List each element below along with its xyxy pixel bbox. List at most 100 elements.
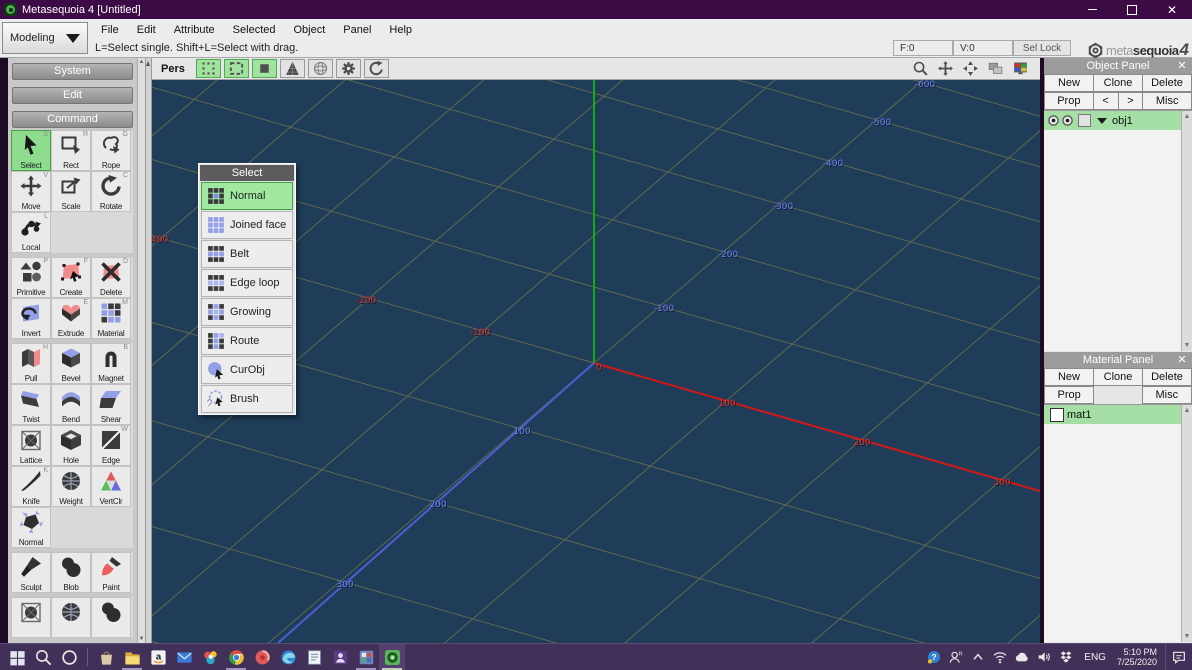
tool-rect[interactable]: RRect: [51, 130, 91, 171]
tool-blob[interactable]: Blob: [51, 552, 91, 593]
material-list-item[interactable]: mat1: [1044, 405, 1181, 424]
menu-panel[interactable]: Panel: [334, 24, 380, 36]
select-points-button[interactable]: [196, 59, 221, 78]
tray-onedrive[interactable]: [1011, 644, 1033, 670]
select-mode-joined-face[interactable]: Joined face: [201, 211, 293, 239]
tool-paint[interactable]: Paint: [91, 552, 131, 593]
tool-select[interactable]: SSelect: [11, 130, 51, 171]
taskbar-chrome[interactable]: [223, 644, 249, 670]
close-icon[interactable]: ✕: [1175, 352, 1189, 368]
zoom-view-button[interactable]: [909, 59, 931, 78]
tool-local[interactable]: LLocal: [11, 212, 51, 253]
scroll-up-icon[interactable]: ▲: [138, 59, 145, 65]
shaded-view-button[interactable]: [280, 59, 305, 78]
tool-weight[interactable]: Weight: [51, 466, 91, 507]
tool-rope[interactable]: GRope: [91, 130, 131, 171]
object-clone-button[interactable]: Clone: [1093, 74, 1143, 92]
tool-material[interactable]: MMaterial: [91, 298, 131, 339]
material-panel-title[interactable]: Material Panel✕: [1044, 352, 1192, 368]
tool-twist[interactable]: Twist: [11, 384, 51, 425]
sidebar-header-edit[interactable]: Edit: [12, 87, 133, 104]
tool-normal[interactable]: Normal: [11, 507, 51, 548]
menu-help[interactable]: Help: [380, 24, 421, 36]
sel-lock-toggle[interactable]: Sel Lock: [1013, 40, 1071, 56]
sidebar-header-system[interactable]: System: [12, 63, 133, 80]
tool-delete[interactable]: DDelete: [91, 257, 131, 298]
tool-magnet[interactable]: BMagnet: [91, 343, 131, 384]
select-faces-button[interactable]: [252, 59, 277, 78]
scroll-down-icon[interactable]: ▼: [1182, 342, 1192, 349]
material-color-swatch[interactable]: [1050, 408, 1064, 422]
tray-wifi[interactable]: [989, 644, 1011, 670]
tool-create[interactable]: FCreate: [51, 257, 91, 298]
view-mode-label[interactable]: Pers: [161, 63, 185, 75]
tool-sculpt[interactable]: Sculpt: [11, 552, 51, 593]
material-clone-button[interactable]: Clone: [1093, 368, 1143, 386]
select-mode-route[interactable]: Route: [201, 327, 293, 355]
taskbar-store[interactable]: [93, 644, 119, 670]
visibility-eye-icon[interactable]: [1047, 114, 1060, 127]
select-mode-brush[interactable]: Brush: [201, 385, 293, 413]
taskbar-cortana[interactable]: [56, 644, 82, 670]
menu-attribute[interactable]: Attribute: [165, 24, 224, 36]
reset-view-button[interactable]: [364, 59, 389, 78]
material-list-scrollbar[interactable]: ▲▼: [1181, 405, 1192, 642]
menu-edit[interactable]: Edit: [128, 24, 165, 36]
tool-scale[interactable]: Scale: [51, 171, 91, 212]
scroll-down-icon[interactable]: ▼: [138, 636, 145, 642]
tray-show-hidden-icons[interactable]: [967, 644, 989, 670]
action-center-button[interactable]: [1165, 644, 1192, 670]
material-prop-button[interactable]: Prop: [1044, 386, 1094, 404]
sidebar-header-command[interactable]: Command: [12, 111, 133, 128]
object-list-item[interactable]: obj1: [1044, 111, 1181, 130]
taskbar-app-purple[interactable]: [327, 644, 353, 670]
orbit-view-button[interactable]: [959, 59, 981, 78]
material-new-button[interactable]: New: [1044, 368, 1094, 386]
taskbar-search[interactable]: [30, 644, 56, 670]
scroll-up-icon[interactable]: ▲: [1182, 407, 1192, 414]
tray-volume[interactable]: [1033, 644, 1055, 670]
tool-extrude[interactable]: EExtrude: [51, 298, 91, 339]
material-misc-button[interactable]: Misc: [1142, 386, 1192, 404]
taskbar-app-mosaic[interactable]: [353, 644, 379, 670]
taskbar-amazon[interactable]: a: [145, 644, 171, 670]
object-delete-button[interactable]: Delete: [1142, 74, 1192, 92]
tool-hole[interactable]: Hole: [51, 425, 91, 466]
tool-invert[interactable]: Invert: [11, 298, 51, 339]
select-popup-title[interactable]: Select: [200, 165, 294, 181]
taskbar-edge[interactable]: [275, 644, 301, 670]
object-panel-title[interactable]: Object Panel✕: [1044, 58, 1192, 74]
tool-knife[interactable]: KKnife: [11, 466, 51, 507]
tray-help[interactable]: ?: [923, 644, 945, 670]
tool-rotate[interactable]: CRotate: [91, 171, 131, 212]
object-prop-button[interactable]: Prop: [1044, 92, 1094, 110]
expand-caret-icon[interactable]: [1097, 118, 1107, 124]
four-view-button[interactable]: [1009, 59, 1031, 78]
taskbar-notepad[interactable]: [301, 644, 327, 670]
material-delete-button[interactable]: Delete: [1142, 368, 1192, 386]
close-button[interactable]: ✕: [1152, 0, 1192, 19]
pan-view-button[interactable]: [934, 59, 956, 78]
select-mode-normal[interactable]: Normal: [201, 182, 293, 210]
scroll-down-icon[interactable]: ▼: [1182, 633, 1192, 640]
object-next-button[interactable]: >: [1118, 92, 1144, 110]
single-view-button[interactable]: [984, 59, 1006, 78]
tool-move[interactable]: VMove: [11, 171, 51, 212]
view-settings-button[interactable]: [336, 59, 361, 78]
maximize-button[interactable]: [1112, 0, 1152, 19]
object-prev-button[interactable]: <: [1093, 92, 1119, 110]
sidebar-scrollbar[interactable]: ▲ ▼: [137, 58, 145, 643]
visibility-eye-icon[interactable]: [1061, 114, 1074, 127]
tool-primitive[interactable]: PPrimitive: [11, 257, 51, 298]
tool-lattice[interactable]: Lattice: [11, 425, 51, 466]
tool-partial[interactable]: [11, 597, 51, 638]
taskbar-paint-3d[interactable]: [197, 644, 223, 670]
mode-selector[interactable]: Modeling: [2, 22, 88, 54]
select-lines-button[interactable]: [224, 59, 249, 78]
wireframe-view-button[interactable]: [308, 59, 333, 78]
tool-edge[interactable]: WEdge: [91, 425, 131, 466]
taskbar-clock[interactable]: 5:10 PM 7/25/2020: [1113, 647, 1165, 667]
tool-partial[interactable]: [91, 597, 131, 638]
select-mode-edge-loop[interactable]: Edge loop: [201, 269, 293, 297]
select-mode-belt[interactable]: Belt: [201, 240, 293, 268]
